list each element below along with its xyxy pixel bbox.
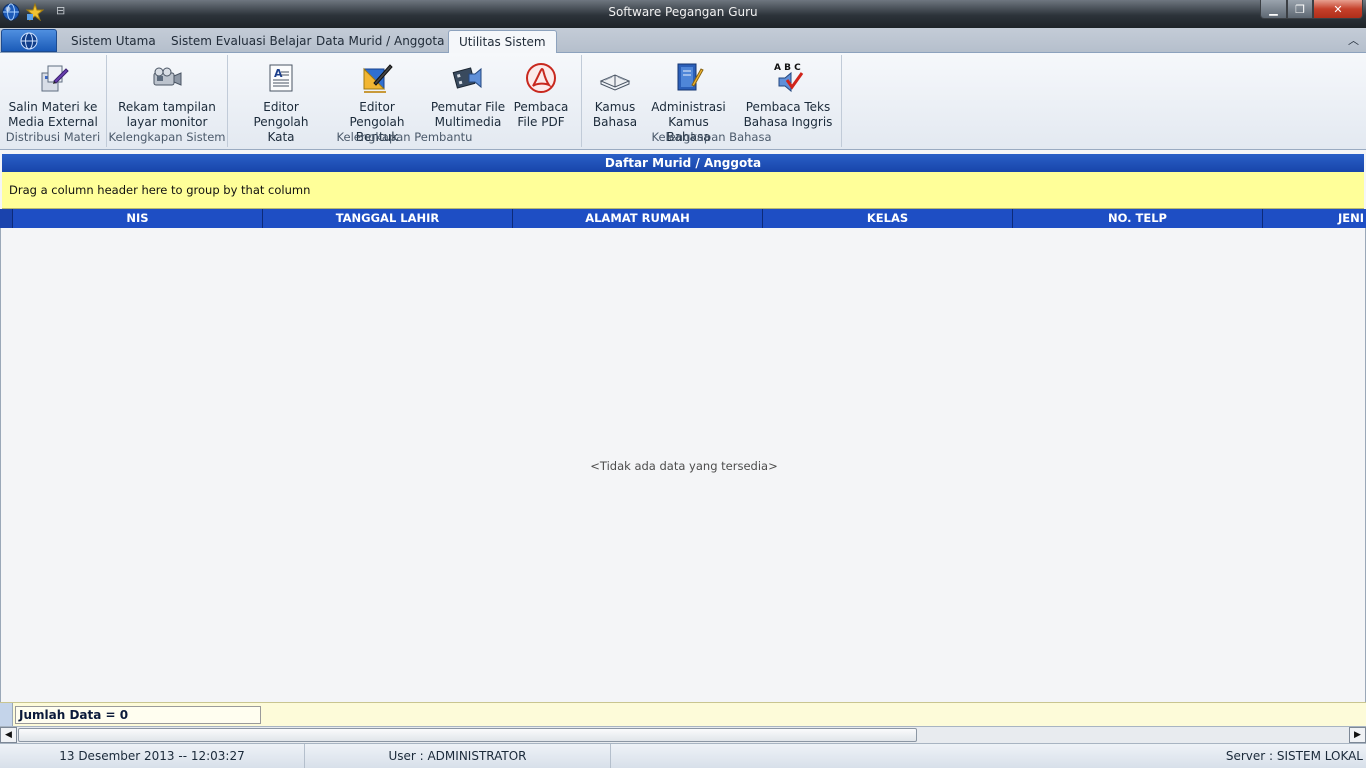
status-bar: 13 Desember 2013 -- 12:03:27 User : ADMI… (0, 743, 1366, 768)
globe-icon (20, 32, 38, 49)
group-label-distribusi-materi: Distribusi Materi (5, 130, 101, 144)
pemutar-file-multimedia-button[interactable]: Pemutar File Multimedia (429, 61, 507, 130)
title-bar: ⊟ Software Pegangan Guru ▁ ❐ ✕ (0, 0, 1366, 28)
group-kelengkapan-sistem: Rekam tampilan layar monitor Kelengkapan… (107, 55, 228, 147)
copy-to-media-icon (41, 65, 69, 92)
column-header-kelas[interactable]: KELAS (763, 209, 1013, 228)
dictionary-icon (599, 74, 631, 91)
column-header-jenis[interactable]: JENI (1263, 209, 1366, 228)
rekam-tampilan-button[interactable]: Rekam tampilan layar monitor (117, 61, 217, 130)
record-count: Jumlah Data = 0 (15, 706, 261, 724)
tab-data-murid-anggota[interactable]: Data Murid / Anggota (316, 34, 444, 48)
group-label-kelengkapan-pembantu: Kelengkapan Pembantu (336, 130, 473, 144)
salin-materi-label-1: Salin Materi ke (8, 100, 98, 114)
rekam-tampilan-label-1: Rekam tampilan (118, 100, 216, 114)
scroll-right-button[interactable]: ▶ (1349, 727, 1366, 743)
pdf-reader-icon (526, 63, 556, 93)
pemutar-file-label-2: Multimedia (434, 115, 502, 129)
horizontal-scrollbar[interactable]: ◀ ▶ (0, 726, 1366, 743)
column-header-tanggal-lahir[interactable]: TANGGAL LAHIR (263, 209, 513, 228)
group-by-area[interactable]: Drag a column header here to group by th… (2, 172, 1364, 209)
status-server: Server : SISTEM LOKAL (1225, 749, 1363, 763)
scroll-left-button[interactable]: ◀ (0, 727, 17, 743)
close-button[interactable]: ✕ (1313, 0, 1363, 19)
column-header-nis[interactable]: NIS (13, 209, 263, 228)
rekam-tampilan-label-2: layar monitor (126, 115, 208, 129)
word-processor-icon: A (269, 64, 293, 92)
kamus-bahasa-label-2: Bahasa (592, 115, 638, 129)
multimedia-player-icon (452, 67, 482, 89)
kamus-bahasa-button[interactable]: Kamus Bahasa (590, 61, 640, 130)
scroll-thumb[interactable] (18, 728, 917, 742)
group-label-kelengkapan-bahasa: Kelengkapan Bahasa (651, 130, 772, 144)
group-kelengkapan-bahasa: Kamus Bahasa Administrasi Kamus Bahasa A… (582, 55, 842, 147)
pemutar-file-label-1: Pemutar File (430, 100, 506, 114)
application-menu-button[interactable] (1, 29, 57, 52)
data-grid-body[interactable]: <Tidak ada data yang tersedia> (0, 228, 1366, 702)
status-datetime: 13 Desember 2013 -- 12:03:27 (0, 744, 305, 768)
window-title: Software Pegangan Guru (608, 5, 758, 19)
svg-text:A B C: A B C (774, 63, 801, 73)
column-header-no-telp[interactable]: NO. TELP (1013, 209, 1263, 228)
row-indicator-header (0, 209, 13, 228)
panel-title: Daftar Murid / Anggota (2, 154, 1364, 172)
tab-sistem-utama[interactable]: Sistem Utama (71, 34, 156, 48)
administrasi-kamus-label-1: Administrasi (651, 100, 726, 114)
group-distribusi-materi: Salin Materi ke Media External Distribus… (0, 55, 107, 147)
kamus-bahasa-label-1: Kamus (594, 100, 636, 114)
salin-materi-label-2: Media External (8, 115, 98, 129)
salin-materi-button[interactable]: Salin Materi ke Media External (8, 61, 98, 130)
empty-data-message: <Tidak ada data yang tersedia> (590, 459, 778, 473)
ribbon-tab-row: Sistem Utama Sistem Evaluasi Belajar Dat… (0, 28, 1366, 54)
group-kelengkapan-pembantu: A Editor Pengolah Kata Editor Pengolah B… (228, 55, 582, 147)
tab-utilitas-sistem[interactable]: Utilitas Sistem (448, 30, 557, 54)
grid-footer: Jumlah Data = 0 (0, 702, 1366, 727)
dictionary-admin-icon (677, 63, 704, 91)
minimize-ribbon-icon[interactable]: ︿ (1348, 32, 1359, 48)
video-camera-icon (153, 67, 182, 86)
column-header-alamat-rumah[interactable]: ALAMAT RUMAH (513, 209, 763, 228)
pembaca-teks-label-2: Bahasa Inggris (743, 115, 833, 129)
svg-text:A: A (274, 67, 283, 80)
group-label-kelengkapan-sistem: Kelengkapan Sistem (108, 130, 226, 144)
tab-sistem-evaluasi-belajar[interactable]: Sistem Evaluasi Belajar (171, 34, 311, 48)
row-indicator-footer (0, 703, 13, 727)
status-user: User : ADMINISTRATOR (305, 744, 611, 768)
english-text-reader-icon: A B C (774, 63, 804, 93)
pembaca-pdf-label-2: File PDF (517, 115, 565, 129)
maximize-button[interactable]: ❐ (1287, 0, 1313, 19)
ribbon-panel: Salin Materi ke Media External Distribus… (0, 53, 1366, 150)
pembaca-file-pdf-button[interactable]: Pembaca File PDF (511, 61, 571, 130)
shape-editor-icon (363, 64, 393, 93)
editor-pengolah-bentuk-label-1: Editor Pengolah (349, 100, 405, 129)
pembaca-teks-label-1: Pembaca Teks (745, 100, 831, 114)
grid-header: NIS TANGGAL LAHIR ALAMAT RUMAH KELAS NO.… (0, 209, 1366, 228)
editor-pengolah-kata-label-1: Editor (263, 100, 299, 114)
minimize-button[interactable]: ▁ (1260, 0, 1287, 19)
pembaca-pdf-label-1: Pembaca (513, 100, 569, 114)
pembaca-teks-inggris-button[interactable]: A B C Pembaca Teks Bahasa Inggris (742, 61, 834, 130)
